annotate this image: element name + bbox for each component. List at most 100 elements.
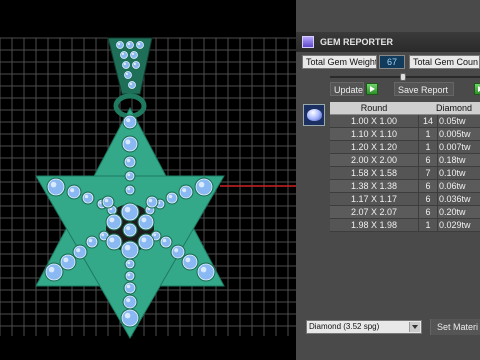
panel-slider[interactable]	[330, 73, 480, 81]
gem-stone	[123, 295, 137, 309]
gem-stone	[122, 61, 130, 69]
gem-stone	[124, 71, 132, 79]
gem-stone	[138, 214, 154, 230]
gem-highlight	[126, 158, 131, 163]
gem-stone	[73, 245, 87, 259]
row-weight: 0.06tw	[439, 181, 466, 191]
gem-highlight	[162, 238, 167, 243]
gem-stone	[171, 245, 185, 259]
gem-highlight	[76, 248, 81, 253]
row-size: 2.00 X 2.00	[330, 154, 419, 166]
gem-stone	[67, 185, 81, 199]
gem-stone	[132, 61, 140, 69]
panel-titlebar[interactable]: GEM REPORTER	[296, 32, 480, 52]
row-count: 1	[419, 219, 438, 231]
gem-highlight	[198, 181, 205, 188]
row-weight: 0.20tw	[439, 207, 466, 217]
gem-stone	[121, 309, 139, 327]
table-row[interactable]: 1.98 X 1.98 1 0.029tw	[330, 219, 480, 232]
gem-stone	[160, 236, 172, 248]
gem-stone	[120, 51, 128, 59]
table-row[interactable]: 1.38 X 1.38 6 0.06tw	[330, 180, 480, 193]
gem-highlight	[121, 52, 125, 56]
totals-row: Total Gem Weight 67 Total Gem Coun	[296, 54, 480, 70]
gem-highlight	[185, 257, 191, 263]
gem-highlight	[131, 52, 135, 56]
slider-thumb[interactable]	[400, 73, 406, 81]
gem-table-header: Round Diamond	[330, 102, 480, 115]
row-count: 6	[419, 206, 438, 218]
row-weight: 0.10tw	[439, 168, 466, 178]
round-diamond-icon[interactable]	[303, 104, 325, 126]
save-report-play-icon[interactable]	[474, 83, 480, 95]
gem-highlight	[127, 42, 131, 46]
gem-highlight	[109, 237, 115, 243]
gem-highlight	[126, 118, 131, 123]
3d-viewport[interactable]	[0, 0, 296, 360]
gem-stone	[125, 271, 135, 281]
update-button[interactable]: Update	[330, 82, 364, 96]
gem-highlight	[153, 233, 157, 237]
table-row[interactable]: 1.20 X 1.20 1 0.007tw	[330, 141, 480, 154]
gem-highlight	[200, 266, 207, 273]
gem-highlight	[124, 206, 131, 213]
gem-highlight	[125, 72, 129, 76]
row-weight: 0.029tw	[439, 220, 471, 230]
gem-highlight	[70, 188, 75, 193]
save-report-button[interactable]: Save Report	[394, 82, 454, 96]
row-count: 7	[419, 167, 438, 179]
gem-highlight	[148, 198, 153, 203]
gem-table: Round Diamond 1.00 X 1.00 14 0.05tw 1.10 X…	[330, 102, 480, 232]
gem-highlight	[168, 194, 173, 199]
gem-stone	[125, 185, 135, 195]
row-count: 1	[419, 128, 438, 140]
row-count: 6	[419, 180, 438, 192]
material-select[interactable]: Diamond (3.52 spg)	[306, 320, 422, 334]
table-row[interactable]: 1.17 X 1.17 6 0.036tw	[330, 193, 480, 206]
row-count: 6	[419, 193, 438, 205]
pendant-scene[interactable]	[0, 0, 296, 360]
gem-stone	[124, 282, 136, 294]
gem-stone	[82, 192, 94, 204]
row-size: 1.38 X 1.38	[330, 180, 419, 192]
total-gem-weight-value: 67	[379, 55, 405, 69]
row-count: 14	[419, 115, 438, 127]
update-play-icon[interactable]	[366, 83, 378, 95]
gem-table-body: 1.00 X 1.00 14 0.05tw 1.10 X 1.10 1 0.005tw …	[330, 115, 480, 232]
gem-stone	[86, 236, 98, 248]
gem-stone	[123, 223, 137, 237]
col-shape: Round	[360, 103, 388, 113]
table-row[interactable]: 2.07 X 2.07 6 0.20tw	[330, 206, 480, 219]
gem-highlight	[127, 273, 131, 277]
gem-stone	[45, 263, 63, 281]
gem-stone	[124, 156, 136, 168]
gem-stone	[121, 203, 139, 221]
gem-highlight	[127, 173, 131, 177]
gem-stone	[116, 41, 124, 49]
table-row[interactable]: 2.00 X 2.00 6 0.18tw	[330, 154, 480, 167]
gem-stone	[106, 234, 122, 250]
row-size: 1.58 X 1.58	[330, 167, 419, 179]
row-count: 1	[419, 141, 438, 153]
row-size: 1.98 X 1.98	[330, 219, 419, 231]
gem-stone	[136, 41, 144, 49]
table-row[interactable]: 1.00 X 1.00 14 0.05tw	[330, 115, 480, 128]
table-row[interactable]: 1.58 X 1.58 7 0.10tw	[330, 167, 480, 180]
gem-stone	[195, 178, 213, 196]
gem-highlight	[174, 248, 179, 253]
table-row[interactable]: 1.10 X 1.10 1 0.005tw	[330, 128, 480, 141]
gem-highlight	[109, 217, 115, 223]
chevron-down-icon[interactable]	[409, 322, 420, 332]
gem-highlight	[124, 244, 131, 251]
gem-highlight	[129, 82, 133, 86]
row-size: 1.20 X 1.20	[330, 141, 419, 153]
total-gem-weight-label: Total Gem Weight	[302, 55, 377, 69]
gem-stone-graphic	[307, 109, 322, 121]
gem-highlight	[127, 261, 131, 265]
gem-highlight	[141, 237, 147, 243]
row-size: 2.07 X 2.07	[330, 206, 419, 218]
set-material-button[interactable]: Set Materi	[430, 319, 480, 335]
panel-title: GEM REPORTER	[320, 37, 394, 47]
gem-stone	[182, 254, 198, 270]
gem-stone	[128, 81, 136, 89]
